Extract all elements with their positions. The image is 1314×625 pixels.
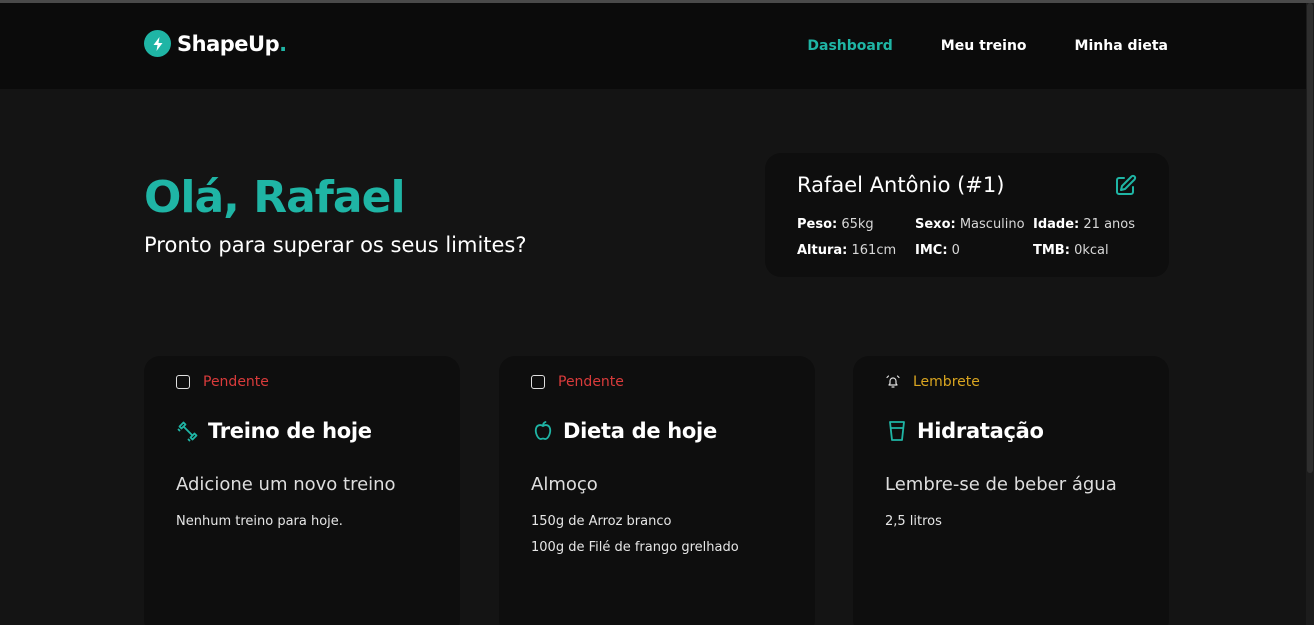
checkbox-dieta[interactable]: [531, 375, 545, 389]
card-treino: Pendente Treino de hoje Adicione um novo…: [144, 356, 460, 625]
top-navbar: ShapeUp. Dashboard Meu treino Minha diet…: [0, 3, 1306, 89]
brand-logo[interactable]: ShapeUp.: [144, 30, 287, 57]
card-dieta: Pendente Dieta de hoje Almoço 150g de Ar…: [499, 356, 815, 625]
status-label: Pendente: [558, 374, 624, 390]
checkbox-treino[interactable]: [176, 375, 190, 389]
status-label: Pendente: [203, 374, 269, 390]
profile-name: Rafael Antônio (#1): [797, 173, 1005, 197]
card-title-text: Treino de hoje: [208, 419, 372, 443]
card-title-text: Dieta de hoje: [563, 419, 717, 443]
card-hidratacao: Lembrete Hidratação Lembre-se de beber á…: [853, 356, 1169, 625]
scrollbar-thumb[interactable]: [1307, 3, 1313, 473]
card-title-hidratacao: Hidratação: [885, 419, 1044, 443]
status-label: Lembrete: [913, 374, 980, 390]
dumbbell-icon: [176, 419, 200, 443]
apple-icon: [531, 419, 555, 443]
meal-item: 150g de Arroz branco: [531, 514, 672, 529]
stat-tmb: TMB: 0kcal: [1033, 243, 1109, 258]
greeting-title: Olá, Rafael: [144, 172, 406, 223]
edit-icon[interactable]: [1113, 174, 1137, 198]
brand-name: ShapeUp.: [177, 31, 287, 56]
meal-item: 100g de Filé de frango grelhado: [531, 540, 739, 555]
card-line: 2,5 litros: [885, 514, 942, 529]
status-treino: Pendente: [176, 374, 269, 390]
card-subtitle-hidratacao: Lembre-se de beber água: [885, 474, 1117, 495]
status-dieta: Pendente: [531, 374, 624, 390]
main-nav: Dashboard Meu treino Minha dieta: [807, 38, 1168, 54]
card-title-text: Hidratação: [917, 419, 1044, 443]
nav-meu-treino[interactable]: Meu treino: [941, 38, 1027, 54]
card-line: Nenhum treino para hoje.: [176, 514, 343, 529]
card-subtitle-treino[interactable]: Adicione um novo treino: [176, 474, 396, 495]
card-title-treino: Treino de hoje: [176, 419, 372, 443]
stat-idade: Idade: 21 anos: [1033, 217, 1135, 232]
nav-minha-dieta[interactable]: Minha dieta: [1075, 38, 1168, 54]
card-subtitle-dieta: Almoço: [531, 474, 598, 495]
profile-card: Rafael Antônio (#1) Peso: 65kg Sexo: Mas…: [765, 153, 1169, 277]
nav-dashboard[interactable]: Dashboard: [807, 38, 892, 54]
stat-imc: IMC: 0: [915, 243, 960, 258]
stat-altura: Altura: 161cm: [797, 243, 897, 258]
bolt-icon: [144, 30, 171, 57]
status-hidratacao: Lembrete: [885, 374, 980, 390]
glass-icon: [885, 419, 909, 443]
bell-icon: [885, 374, 901, 390]
greeting-subtitle: Pronto para superar os seus limites?: [144, 233, 527, 257]
stat-peso: Peso: 65kg: [797, 217, 874, 232]
stat-sexo: Sexo: Masculino: [915, 217, 1025, 232]
card-title-dieta: Dieta de hoje: [531, 419, 717, 443]
